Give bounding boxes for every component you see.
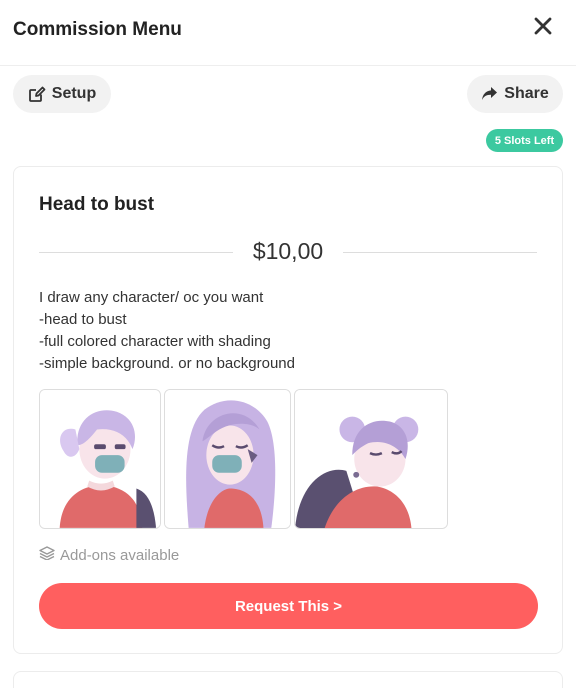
commission-title: Head to bust <box>39 194 155 215</box>
status-badge: 5 Slots Left <box>486 129 563 152</box>
price-row: $10,00 <box>39 237 537 267</box>
header: Commission Menu <box>0 0 576 66</box>
description-line: -full colored character with shading <box>39 333 271 350</box>
layers-icon <box>39 546 55 564</box>
description-line: -head to bust <box>39 311 127 328</box>
divider <box>343 252 537 253</box>
commission-price: $10,00 <box>252 238 324 264</box>
edit-icon <box>28 85 46 103</box>
example-image[interactable] <box>294 389 448 529</box>
share-button[interactable]: Share <box>467 75 563 113</box>
example-image[interactable] <box>39 389 161 529</box>
addons-label: Add-ons available <box>60 546 180 564</box>
description-line: -simple background. or no background <box>39 355 295 372</box>
setup-label: Setup <box>51 85 97 102</box>
description-line: I draw any character/ oc you want <box>39 289 264 306</box>
setup-button[interactable]: Setup <box>13 75 111 113</box>
divider <box>39 252 233 253</box>
page-title: Commission Menu <box>13 19 182 40</box>
next-commission-card <box>13 671 563 688</box>
example-image[interactable] <box>164 389 291 529</box>
share-label: Share <box>504 85 549 102</box>
request-button[interactable]: Request This > <box>39 583 538 629</box>
share-arrow-icon <box>481 86 498 102</box>
commission-description: I draw any character/ oc you want -head … <box>39 287 529 375</box>
commission-card: Head to bust $10,00 I draw any character… <box>13 166 563 654</box>
addons-note: Add-ons available <box>39 546 179 564</box>
close-icon[interactable] <box>530 13 556 39</box>
